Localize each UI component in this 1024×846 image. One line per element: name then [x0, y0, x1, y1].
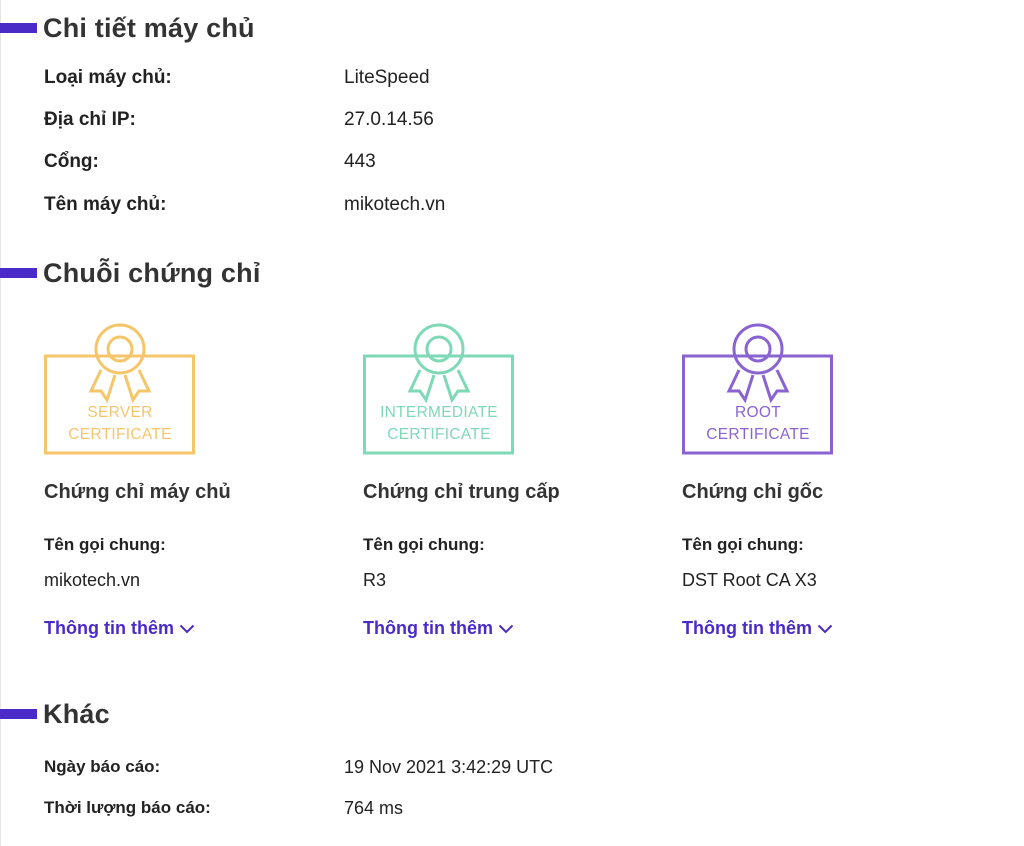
- chevron-down-icon: [179, 624, 195, 633]
- section-bar-icon: [0, 268, 37, 278]
- section-title: Chuỗi chứng chỉ: [43, 257, 261, 288]
- certificate-ribbon-icon: ROOT CERTIFICATE: [682, 323, 833, 455]
- server-type-row: Loại máy chủ: LiteSpeed: [44, 66, 744, 90]
- hostname-label: Tên máy chủ:: [44, 194, 167, 215]
- common-name-label: Tên gọi chung:: [44, 535, 166, 554]
- badge-line2: CERTIFICATE: [387, 426, 490, 443]
- report-date-value: 19 Nov 2021 3:42:29 UTC: [344, 756, 554, 777]
- badge-line1: SERVER: [87, 404, 152, 421]
- hostname-value: mikotech.vn: [344, 194, 446, 215]
- section-title: Chi tiết máy chủ: [43, 12, 255, 43]
- port-label: Cổng:: [44, 151, 99, 172]
- common-name-label: Tên gọi chung:: [682, 535, 804, 554]
- section-bar-icon: [0, 23, 37, 33]
- chevron-down-icon: [498, 624, 514, 633]
- badge-line1: ROOT: [735, 404, 781, 421]
- more-info-link[interactable]: Thông tin thêm: [44, 618, 195, 639]
- certificate-card-intermediate: INTERMEDIATE CERTIFICATE Chứng chỉ trung…: [363, 318, 623, 638]
- section-title: Khác: [43, 698, 110, 729]
- chevron-down-icon: [817, 624, 833, 633]
- certificate-title: Chứng chỉ máy chủ: [44, 481, 231, 503]
- certificate-card-server: SERVER CERTIFICATE Chứng chỉ máy chủ Tên…: [44, 318, 304, 638]
- section-bar-icon: [0, 709, 37, 719]
- server-type-label: Loại máy chủ:: [44, 67, 172, 88]
- common-name-value: mikotech.vn: [44, 570, 141, 590]
- report-duration-label: Thời lượng báo cáo:: [44, 798, 211, 817]
- certificate-card-root: ROOT CERTIFICATE Chứng chỉ gốc Tên gọi c…: [682, 318, 942, 638]
- ip-address-label: Địa chỉ IP:: [44, 109, 136, 130]
- certificate-title: Chứng chỉ gốc: [682, 481, 824, 503]
- ip-address-value: 27.0.14.56: [344, 109, 434, 130]
- report-duration-value: 764 ms: [344, 797, 404, 818]
- section-server-details: Chi tiết máy chủ: [0, 10, 255, 46]
- port-row: Cổng: 443: [44, 150, 744, 174]
- more-info-link[interactable]: Thông tin thêm: [363, 618, 514, 639]
- report-date-label: Ngày báo cáo:: [44, 757, 161, 776]
- server-type-value: LiteSpeed: [344, 67, 430, 88]
- report-date-row: Ngày báo cáo: 19 Nov 2021 3:42:29 UTC: [44, 755, 744, 779]
- hostname-row: Tên máy chủ: mikotech.vn: [44, 193, 744, 217]
- port-value: 443: [344, 151, 376, 172]
- section-certificate-chain: Chuỗi chứng chỉ: [0, 255, 261, 291]
- badge-line1: INTERMEDIATE: [380, 404, 498, 421]
- more-info-label: Thông tin thêm: [363, 618, 493, 638]
- section-other: Khác: [0, 696, 110, 732]
- common-name-value: R3: [363, 570, 387, 590]
- more-info-label: Thông tin thêm: [682, 618, 812, 638]
- certificate-ribbon-icon: INTERMEDIATE CERTIFICATE: [363, 323, 514, 455]
- certificate-title: Chứng chỉ trung cấp: [363, 481, 560, 503]
- badge-line2: CERTIFICATE: [706, 426, 809, 443]
- common-name-value: DST Root CA X3: [682, 570, 817, 590]
- badge-line2: CERTIFICATE: [68, 426, 171, 443]
- more-info-link[interactable]: Thông tin thêm: [682, 618, 833, 639]
- report-duration-row: Thời lượng báo cáo: 764 ms: [44, 796, 744, 820]
- certificate-ribbon-icon: SERVER CERTIFICATE: [44, 323, 195, 455]
- more-info-label: Thông tin thêm: [44, 618, 174, 638]
- common-name-label: Tên gọi chung:: [363, 535, 485, 554]
- ip-address-row: Địa chỉ IP: 27.0.14.56: [44, 108, 744, 132]
